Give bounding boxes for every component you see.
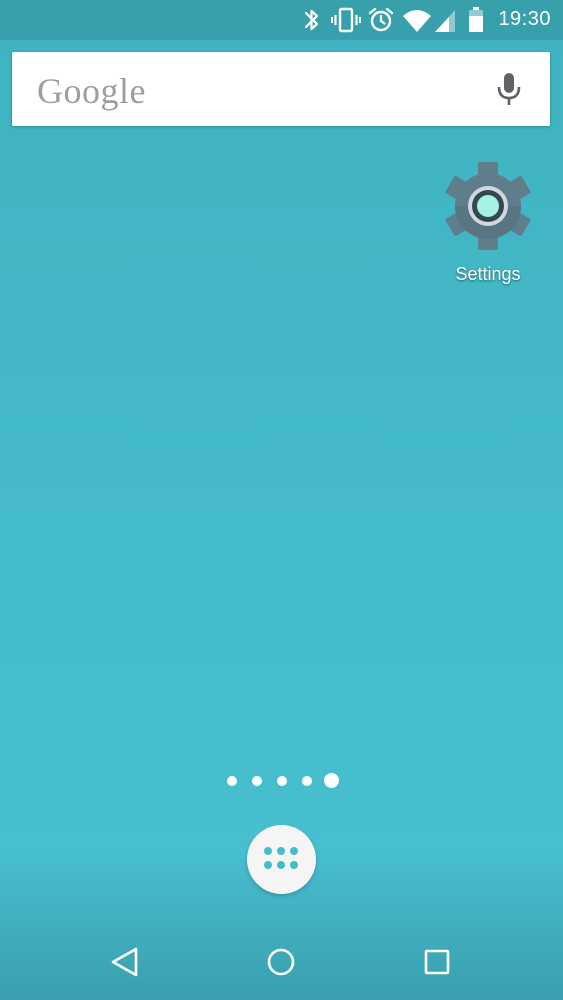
settings-app-label: Settings — [455, 264, 521, 284]
alarm-icon — [368, 7, 394, 32]
page-indicator — [222, 772, 344, 790]
microphone-icon[interactable] — [496, 72, 522, 106]
home-icon[interactable] — [263, 944, 299, 980]
settings-app-shortcut[interactable]: Settings — [440, 160, 536, 285]
vibrate-icon — [331, 7, 361, 33]
status-bar: 19:30 — [0, 0, 563, 40]
page-dot-active[interactable] — [324, 773, 339, 788]
google-search-bar[interactable]: Google — [12, 52, 550, 126]
settings-gear-icon — [445, 162, 531, 250]
wifi-icon — [403, 10, 431, 32]
battery-icon — [469, 7, 483, 32]
status-time: 19:30 — [498, 8, 551, 30]
page-dot[interactable] — [227, 776, 237, 786]
page-dot[interactable] — [277, 776, 287, 786]
recents-icon[interactable] — [419, 944, 455, 980]
bluetooth-icon — [304, 9, 319, 31]
page-dot[interactable] — [252, 776, 262, 786]
cell-signal-icon — [435, 10, 455, 32]
google-logo[interactable]: Google — [37, 70, 146, 112]
app-drawer-button[interactable] — [247, 825, 316, 894]
back-icon[interactable] — [106, 944, 142, 980]
page-dot[interactable] — [302, 776, 312, 786]
app-drawer-icon — [264, 847, 300, 873]
navigation-bar — [0, 924, 563, 1000]
